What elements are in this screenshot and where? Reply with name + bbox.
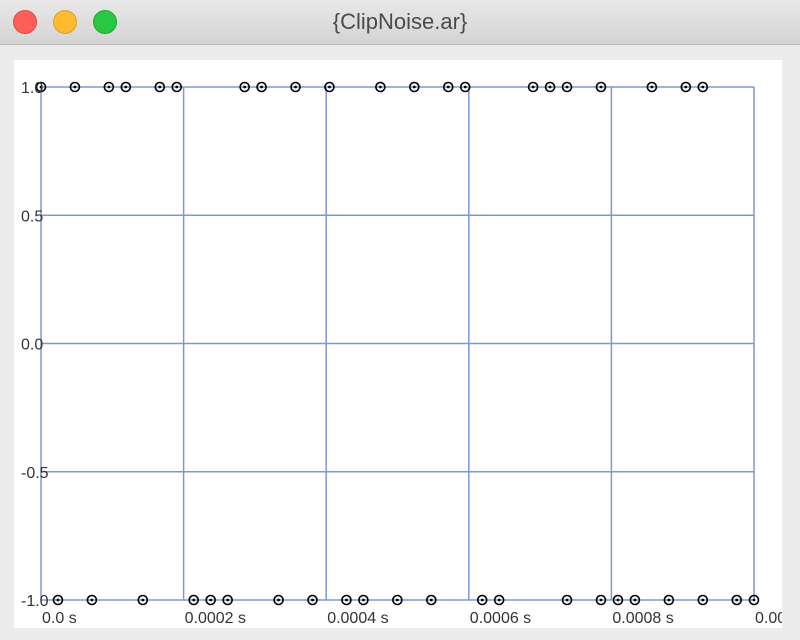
data-point-center [684,85,688,89]
data-point-center [209,598,213,602]
y-tick-label: -0.5 [21,465,49,482]
y-tick-label: -1.0 [21,593,49,610]
y-tick-label: 1.0 [21,80,43,97]
scatter-plot: 1.00.50.0-0.5-1.0 0.0 s 0.0002 s 0.0004 s0… [21,80,782,627]
data-point-center [56,598,60,602]
x-tick-label: 0.0008 s [612,610,673,627]
window-title: {ClipNoise.ar} [332,9,468,34]
data-point-center [243,85,247,89]
y-tick-label: 0.0 [21,337,43,354]
data-point-center [667,598,671,602]
data-point-center [328,85,331,89]
data-point-center [701,598,705,602]
data-point-center [497,598,501,602]
data-point-center [599,85,603,89]
data-point-center [633,598,637,602]
data-point-center [345,598,348,602]
data-point-center [378,85,382,89]
y-tick-labels: 1.0 0.5 0.0 -0.5 -1.0 [21,80,49,610]
plot-area: 1.0 0.5 0.0 -0.5 -1.0 0.0 s 0.0002 s 0.0004 s0… [14,60,782,628]
data-point-center [277,598,280,602]
data-point-center [446,85,450,89]
title-bar: {ClipNoise.ar} [0,0,800,45]
data-point-center [175,85,179,89]
data-point-center [226,598,230,602]
data-point-center [548,85,552,89]
data-point-center [294,85,297,89]
data-point-center [90,598,94,602]
data-point-center [429,598,433,602]
data-point-center [463,85,467,89]
x-tick-label: 0.0 s [42,610,77,627]
data-point-center [616,598,620,602]
data-point-center [565,85,569,89]
plot-window: {ClipNoise.ar} 1.0 0.5 0.0 -0.5 -1.0 0.0 s 0.… [0,0,800,640]
data-point-center [752,598,756,602]
data-point-center [701,85,705,89]
grid [40,86,755,601]
data-point-center [395,598,399,602]
data-point-center [124,85,128,89]
data-point-center [650,85,654,89]
x-tick-label: 0.0002 s [185,610,246,627]
data-point-center [260,85,264,89]
data-point-center [480,598,484,602]
x-tick-label: 0.0006 s [470,610,531,627]
data-point-center [412,85,416,89]
data-point-center [565,598,569,602]
y-tick-label: 0.5 [21,208,43,225]
data-point-center [531,85,535,89]
data-point-center [73,85,77,89]
data-point-center [158,85,162,89]
data-point-center [735,598,739,602]
x-tick-label: 0.0004 s [327,610,388,627]
data-point-center [107,85,111,89]
x-tick-label: 0.00 [755,610,782,627]
x-tick-labels: 0.0 s 0.0002 s 0.0004 s 0.0006 s 0.0008 s 0.0… [42,610,782,627]
data-point-center [192,598,196,602]
data-point-center [599,598,603,602]
data-point-center [362,598,365,602]
data-point-center [141,598,145,602]
data-point-center [311,598,314,602]
